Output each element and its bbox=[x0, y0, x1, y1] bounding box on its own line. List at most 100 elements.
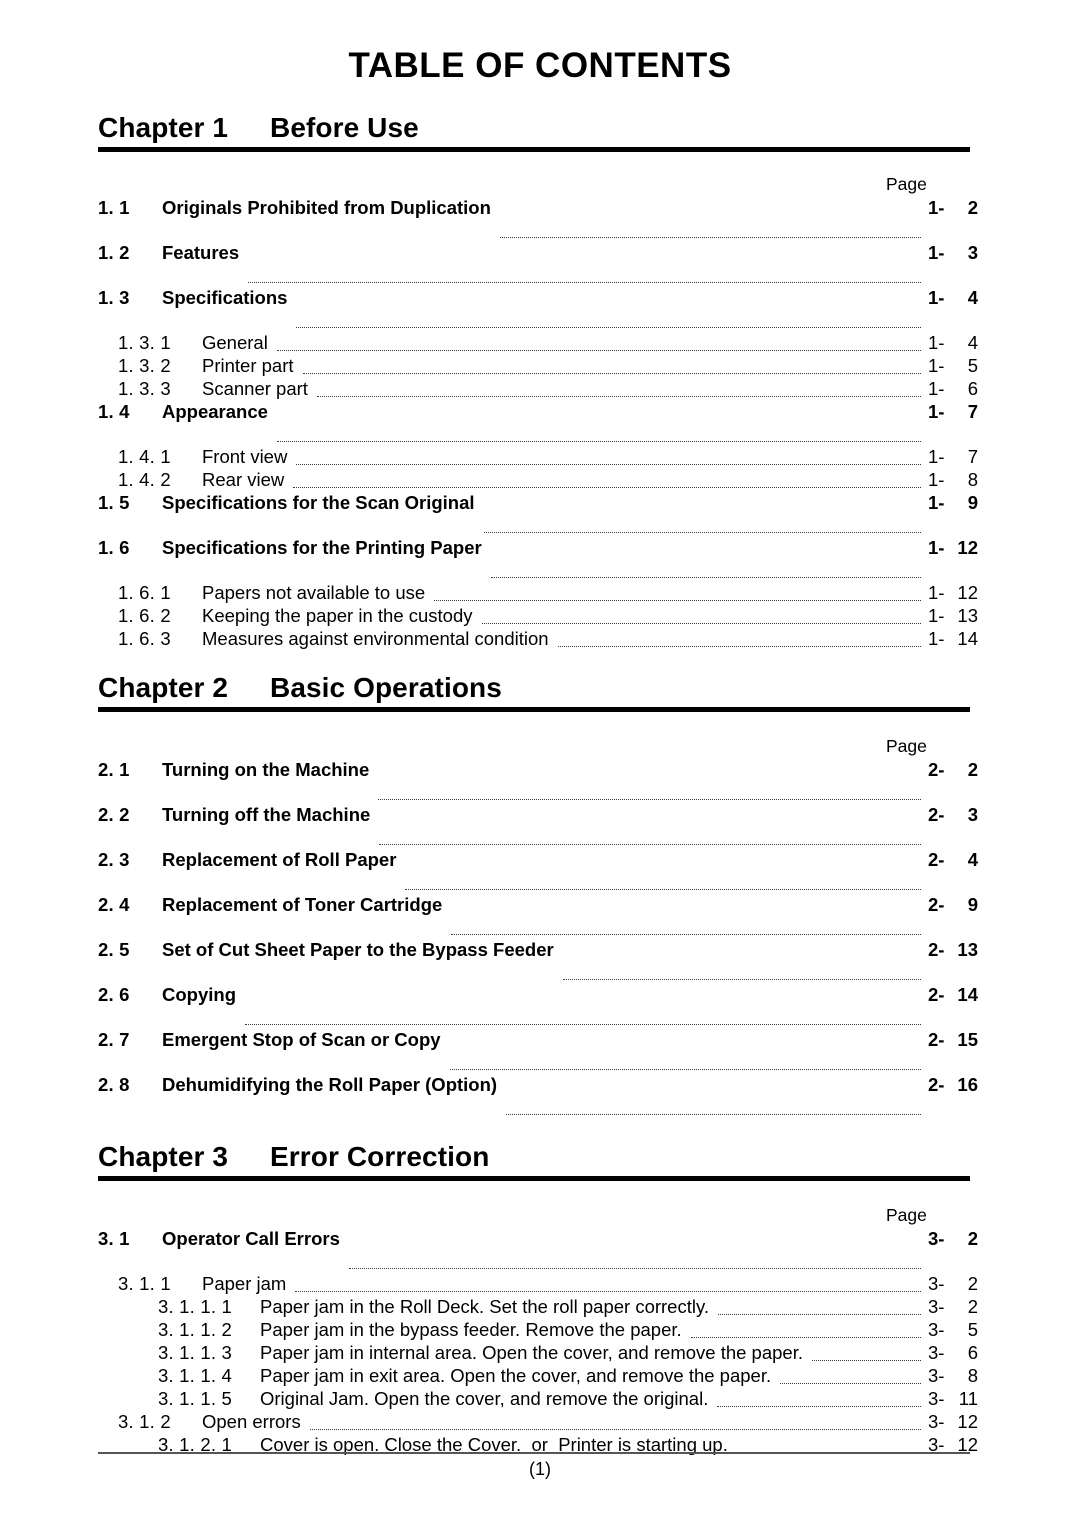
page-value: 9 bbox=[967, 894, 978, 915]
dot-leader bbox=[499, 236, 921, 238]
dot-leader bbox=[378, 798, 921, 800]
toc-entry[interactable]: 1. 3 Specifications 1- 4 bbox=[98, 287, 978, 332]
page-title: TABLE OF CONTENTS bbox=[348, 46, 732, 85]
page-value: 11 bbox=[958, 1388, 978, 1409]
toc-entry-page: 2- 16 bbox=[928, 1074, 978, 1096]
page-value: 2 bbox=[967, 759, 978, 780]
toc-entry-page: 1- 6 bbox=[928, 378, 978, 400]
toc-entry-title: Originals Prohibited from Duplication bbox=[162, 197, 491, 218]
toc-entry-page: 3- 2 bbox=[928, 1273, 978, 1295]
page-prefix: 1- bbox=[928, 537, 945, 558]
page-prefix: 1- bbox=[928, 492, 945, 513]
toc-entry-title: Measures against environmental condition bbox=[202, 628, 549, 649]
toc-entry[interactable]: 1. 3. 3 Scanner part 1- 6 bbox=[98, 378, 978, 401]
toc-entry-title: Specifications for the Scan Original bbox=[162, 492, 475, 513]
toc-entry[interactable]: 2. 7 Emergent Stop of Scan or Copy 2- 15 bbox=[98, 1029, 978, 1074]
toc-entry-title: Appearance bbox=[162, 401, 268, 422]
toc-entry[interactable]: 2. 4 Replacement of Toner Cartridge 2- 9 bbox=[98, 894, 978, 939]
toc-entry[interactable]: 1. 6 Specifications for the Printing Pape… bbox=[98, 537, 978, 582]
toc-entry-number: 3. 1. 1. 2 bbox=[158, 1319, 232, 1340]
chapter-3-rule bbox=[98, 1176, 970, 1181]
toc-entry-page: 1- 12 bbox=[928, 582, 978, 604]
toc-entry[interactable]: 1. 3. 1 General 1- 4 bbox=[98, 332, 978, 355]
toc-entry-number: 1. 3. 1 bbox=[118, 332, 171, 353]
toc-entry[interactable]: 1. 2 Features 1- 3 bbox=[98, 242, 978, 287]
toc-entry-title: Paper jam bbox=[202, 1273, 287, 1294]
toc-entry-page: 1- 9 bbox=[928, 492, 978, 514]
page-prefix: 3- bbox=[928, 1342, 945, 1363]
toc-entry-title: Replacement of Toner Cartridge bbox=[162, 894, 443, 915]
toc-entry-number: 2. 6 bbox=[98, 984, 130, 1005]
toc-entry[interactable]: 1. 4. 2 Rear view 1- 8 bbox=[98, 469, 978, 492]
page-prefix: 3- bbox=[928, 1388, 945, 1409]
toc-entry-page: 1- 8 bbox=[928, 469, 978, 491]
toc-entry-title: Papers not available to use bbox=[202, 582, 426, 603]
toc-entry-page: 1- 4 bbox=[928, 287, 978, 309]
page-prefix: 1- bbox=[928, 378, 945, 399]
toc-entry[interactable]: 3. 1. 1 Paper jam 3- 2 bbox=[98, 1273, 978, 1296]
toc-entry[interactable]: 2. 2 Turning off the Machine 2- 3 bbox=[98, 804, 978, 849]
page-prefix: 1- bbox=[928, 287, 945, 308]
toc-entry[interactable]: 1. 6. 1 Papers not available to use 1- 12 bbox=[98, 582, 978, 605]
toc-entry[interactable]: 3. 1 Operator Call Errors 3- 2 bbox=[98, 1228, 978, 1273]
toc-entry[interactable]: 1. 6. 2 Keeping the paper in the custody 1… bbox=[98, 605, 978, 628]
page-prefix: 2- bbox=[928, 984, 945, 1005]
dot-leader bbox=[295, 1290, 921, 1292]
toc-entry-page: 1- 12 bbox=[928, 537, 978, 559]
toc-entry-title: Paper jam in internal area. Open the cov… bbox=[260, 1342, 803, 1363]
toc-entry-title: Set of Cut Sheet Paper to the Bypass Fee… bbox=[162, 939, 554, 960]
toc-entry-page: 1- 14 bbox=[928, 628, 978, 650]
toc-entry[interactable]: 2. 3 Replacement of Roll Paper 2- 4 bbox=[98, 849, 978, 894]
toc-entry[interactable]: 3. 1. 1. 2 Paper jam in the bypass feeder… bbox=[98, 1319, 978, 1342]
toc-entry[interactable]: 3. 1. 2 Open errors 3- 12 bbox=[98, 1411, 978, 1434]
page-prefix: 1- bbox=[928, 401, 945, 422]
toc-entry-title: Emergent Stop of Scan or Copy bbox=[162, 1029, 441, 1050]
toc-entry-title: Specifications for the Printing Paper bbox=[162, 537, 482, 558]
dot-leader bbox=[296, 326, 921, 328]
toc-entry[interactable]: 3. 1. 1. 5 Original Jam. Open the cover, … bbox=[98, 1388, 978, 1411]
dot-leader bbox=[717, 1405, 921, 1407]
page-value: 4 bbox=[967, 332, 978, 353]
toc-entry[interactable]: 3. 1. 1. 3 Paper jam in internal area. Op… bbox=[98, 1342, 978, 1365]
toc-entry[interactable]: 1. 1 Originals Prohibited from Duplicatio… bbox=[98, 197, 978, 242]
page-value: 9 bbox=[967, 492, 978, 513]
page-value: 13 bbox=[957, 939, 978, 960]
chapter-1-label: Chapter 1 bbox=[98, 112, 229, 143]
toc-entry-page: 3- 2 bbox=[928, 1228, 978, 1250]
toc-entry-number: 1. 2 bbox=[98, 242, 130, 263]
toc-entry[interactable]: 2. 5 Set of Cut Sheet Paper to the Bypass… bbox=[98, 939, 978, 984]
dot-leader bbox=[557, 645, 921, 647]
page-column-header-3: Page bbox=[886, 1205, 927, 1225]
toc-entry[interactable]: 2. 6 Copying 2- 14 bbox=[98, 984, 978, 1029]
toc-entry[interactable]: 2. 8 Dehumidifying the Roll Paper (Option… bbox=[98, 1074, 978, 1119]
toc-entry-number: 2. 3 bbox=[98, 849, 130, 870]
toc-entry[interactable]: 1. 5 Specifications for the Scan Original… bbox=[98, 492, 978, 537]
toc-entry-title: Original Jam. Open the cover, and remove… bbox=[260, 1388, 709, 1409]
chapter-2-rule bbox=[98, 707, 970, 712]
toc-entry[interactable]: 1. 4 Appearance 1- 7 bbox=[98, 401, 978, 446]
toc-entry[interactable]: 1. 6. 3 Measures against environmental co… bbox=[98, 628, 978, 651]
dot-leader bbox=[506, 1113, 921, 1115]
page-value: 15 bbox=[957, 1029, 978, 1050]
page-value: 6 bbox=[967, 1342, 978, 1363]
toc-entry[interactable]: 1. 3. 2 Printer part 1- 5 bbox=[98, 355, 978, 378]
toc-entry[interactable]: 1. 4. 1 Front view 1- 7 bbox=[98, 446, 978, 469]
toc-entry-number: 3. 1. 2 bbox=[118, 1411, 171, 1432]
page-value: 3 bbox=[967, 242, 978, 263]
toc-entry-title: Turning off the Machine bbox=[162, 804, 371, 825]
toc-entry-title: Turning on the Machine bbox=[162, 759, 370, 780]
page-prefix: 1- bbox=[928, 469, 945, 490]
page-prefix: 2- bbox=[928, 759, 945, 780]
chapter-3-name: Error Correction bbox=[270, 1141, 490, 1172]
dot-leader bbox=[276, 349, 921, 351]
toc-entry-page: 3- 11 bbox=[928, 1388, 978, 1410]
toc-entry[interactable]: 3. 1. 1. 1 Paper jam in the Roll Deck. Se… bbox=[98, 1296, 978, 1319]
toc-entry-number: 2. 2 bbox=[98, 804, 130, 825]
toc-entry-page: 3- 8 bbox=[928, 1365, 978, 1387]
toc-entry-number: 2. 8 bbox=[98, 1074, 130, 1095]
toc-entry[interactable]: 2. 1 Turning on the Machine 2- 2 bbox=[98, 759, 978, 804]
toc-entry-page: 1- 4 bbox=[928, 332, 978, 354]
toc-entry-number: 3. 1. 1. 4 bbox=[158, 1365, 232, 1386]
dot-leader bbox=[812, 1359, 921, 1361]
toc-entry[interactable]: 3. 1. 1. 4 Paper jam in exit area. Open t… bbox=[98, 1365, 978, 1388]
